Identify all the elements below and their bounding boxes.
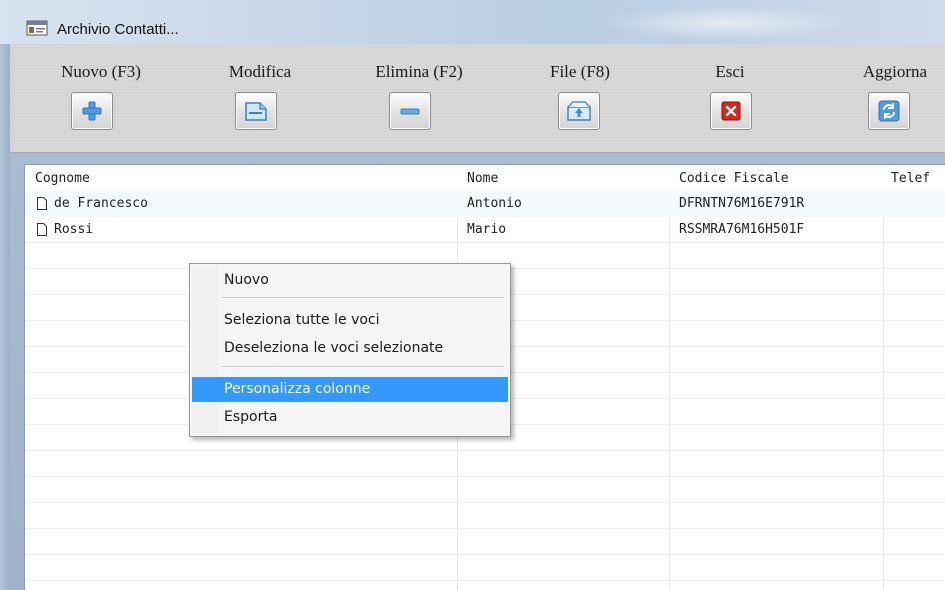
- menu-item-label: Nuovo: [224, 272, 269, 288]
- refresh-button-label: Aggiorna: [862, 62, 928, 81]
- table-row[interactable]: de Francesco Antonio DFRNTN76M16E791R: [25, 191, 945, 217]
- menu-item-nuovo[interactable]: Nuovo: [192, 268, 508, 293]
- menu-item-deselect[interactable]: Deseleziona le voci selezionate: [192, 336, 508, 361]
- cell-cognome: Rossi: [54, 222, 94, 237]
- column-header-nome[interactable]: Nome: [467, 171, 498, 186]
- exit-button[interactable]: Esci: [690, 44, 770, 152]
- cell-cognome: de Francesco: [54, 196, 148, 211]
- cell-nome: Antonio: [467, 196, 522, 211]
- window-frame-left: [0, 0, 10, 590]
- app-icon: [26, 20, 48, 36]
- menu-item-customize-columns[interactable]: Personalizza colonne: [192, 377, 508, 402]
- cell-nome: Mario: [467, 222, 507, 237]
- new-button-label: Nuovo (F3): [61, 62, 141, 81]
- delete-button-label: Elimina (F2): [375, 62, 463, 81]
- column-header-codice-fiscale[interactable]: Codice Fiscale: [679, 171, 789, 186]
- row-divider: [25, 502, 945, 503]
- list-header: Cognome Nome Codice Fiscale Telef: [25, 165, 945, 190]
- table-row[interactable]: Rossi Mario RSSMRA76M16H501F: [25, 217, 945, 243]
- menu-item-select-all[interactable]: Seleziona tutte le voci: [192, 308, 508, 333]
- delete-button[interactable]: Elimina (F2): [359, 44, 479, 152]
- new-button-box[interactable]: [71, 92, 113, 130]
- edit-button-box[interactable]: [235, 92, 277, 130]
- delete-button-box[interactable]: [389, 92, 431, 130]
- row-divider: [25, 554, 945, 555]
- minus-icon: [400, 108, 420, 115]
- row-divider: [25, 580, 945, 581]
- title-bar[interactable]: Archivio Contatti...: [0, 0, 945, 44]
- column-header-cognome[interactable]: Cognome: [35, 171, 90, 186]
- context-menu: Nuovo Seleziona tutte le voci Deselezion…: [189, 263, 511, 437]
- menu-item-export[interactable]: Esporta: [192, 405, 508, 430]
- file-button[interactable]: File (F8): [530, 44, 630, 152]
- title-bar-glow: [600, 6, 850, 40]
- document-icon: [37, 223, 47, 236]
- row-divider: [25, 450, 945, 451]
- edit-document-icon: [245, 102, 267, 121]
- refresh-button-box[interactable]: [868, 92, 910, 130]
- edit-button-label: Modifica: [228, 62, 292, 81]
- close-icon: [721, 101, 741, 121]
- menu-item-label: Deseleziona le voci selezionate: [224, 340, 444, 356]
- new-button[interactable]: Nuovo (F3): [46, 44, 156, 152]
- row-divider: [25, 528, 945, 529]
- refresh-button[interactable]: Aggiorna: [840, 44, 945, 152]
- window-title: Archivio Contatti...: [57, 21, 179, 38]
- exit-button-box[interactable]: [710, 92, 752, 130]
- menu-item-label: Esporta: [224, 409, 278, 425]
- edit-button[interactable]: Modifica: [205, 44, 315, 152]
- toolbar: Nuovo (F3) Modifica Elimina (F2) File (F…: [10, 44, 945, 153]
- file-button-box[interactable]: [558, 92, 600, 130]
- file-button-label: File (F8): [550, 62, 610, 81]
- document-icon: [37, 197, 47, 210]
- cell-codice-fiscale: RSSMRA76M16H501F: [679, 222, 805, 237]
- refresh-icon: [878, 100, 900, 122]
- menu-item-label: Seleziona tutte le voci: [224, 312, 380, 328]
- menu-item-label: Personalizza colonne: [224, 381, 371, 397]
- column-header-telefono[interactable]: Telef: [891, 171, 930, 186]
- app-window: Archivio Contatti... Nuovo (F3) Modifica: [0, 0, 945, 590]
- row-divider: [25, 476, 945, 477]
- cell-codice-fiscale: DFRNTN76M16E791R: [679, 196, 805, 211]
- file-export-icon: [567, 101, 591, 121]
- menu-separator: [222, 297, 504, 299]
- menu-separator: [222, 366, 504, 368]
- exit-button-label: Esci: [715, 62, 745, 81]
- plus-icon: [82, 101, 102, 121]
